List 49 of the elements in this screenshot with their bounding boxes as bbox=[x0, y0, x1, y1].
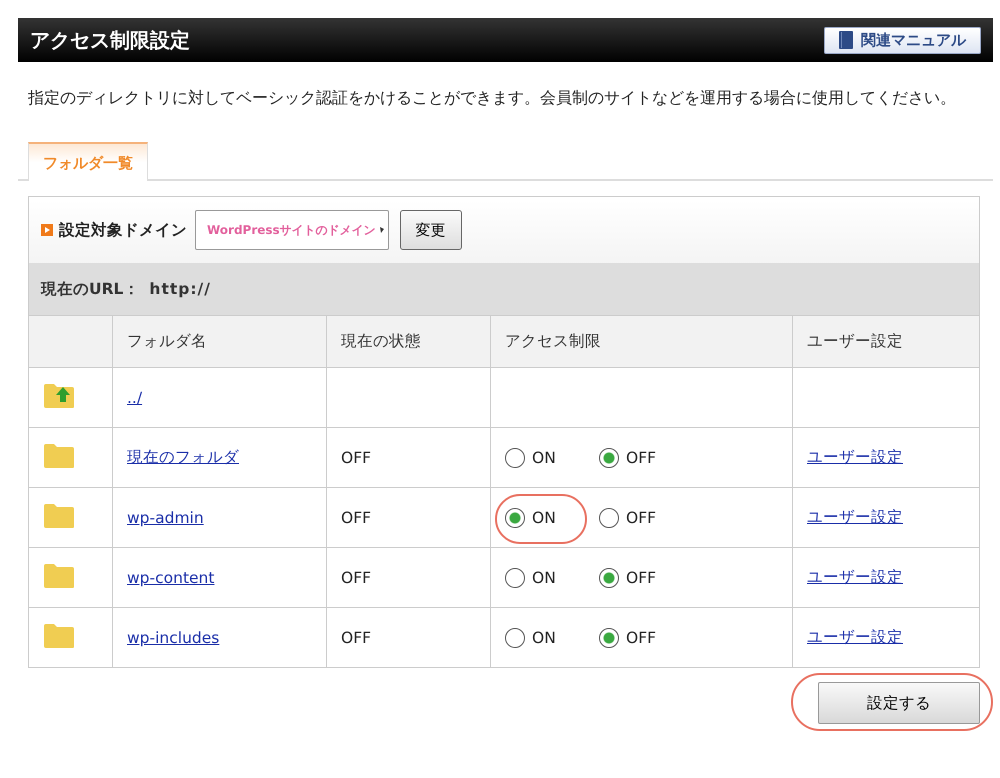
column-header: フォルダ名 bbox=[112, 316, 326, 368]
url-label: 現在のURL： bbox=[41, 278, 140, 300]
folder-link[interactable]: wp-content bbox=[127, 568, 214, 586]
radio-option[interactable]: OFF bbox=[599, 628, 671, 648]
radio-button[interactable] bbox=[505, 448, 525, 468]
status-text: OFF bbox=[341, 628, 372, 646]
description-text: 指定のディレクトリに対してベーシック認証をかけることができます。会員制のサイトなどを運用する場合に使用してください。 bbox=[28, 87, 957, 109]
folder-icon bbox=[43, 502, 75, 528]
user-settings-link[interactable]: ユーザー設定 bbox=[807, 628, 903, 646]
folder-icon bbox=[43, 442, 75, 468]
url-value: http:// bbox=[149, 280, 211, 298]
submit-button[interactable]: 設定する bbox=[818, 682, 980, 724]
domain-label: 設定対象ドメイン bbox=[59, 220, 187, 240]
radio-option[interactable]: ON bbox=[505, 448, 577, 468]
column-header: アクセス制限 bbox=[490, 316, 792, 368]
page-title: アクセス制限設定 bbox=[30, 26, 190, 54]
status-text: OFF bbox=[341, 508, 372, 526]
radio-option[interactable]: ON bbox=[505, 628, 577, 648]
folder-up-icon bbox=[43, 382, 75, 408]
change-button[interactable]: 変更 bbox=[400, 210, 462, 250]
radio-button[interactable] bbox=[599, 628, 619, 648]
radio-option[interactable]: OFF bbox=[599, 508, 671, 528]
column-header: 現在の状態 bbox=[326, 316, 490, 368]
column-header: ユーザー設定 bbox=[792, 316, 979, 368]
status-text: OFF bbox=[341, 448, 372, 466]
folder-link[interactable]: wp-includes bbox=[127, 628, 220, 646]
radio-button[interactable] bbox=[599, 508, 619, 528]
radio-option[interactable]: ON bbox=[505, 568, 577, 588]
caret-icon bbox=[380, 227, 384, 233]
radio-button[interactable] bbox=[599, 568, 619, 588]
radio-button[interactable] bbox=[505, 628, 525, 648]
radio-button[interactable] bbox=[505, 508, 525, 528]
radio-button[interactable] bbox=[599, 448, 619, 468]
user-settings-link[interactable]: ユーザー設定 bbox=[807, 448, 903, 466]
folder-icon bbox=[43, 562, 75, 588]
bullet-icon bbox=[41, 224, 53, 236]
manual-button[interactable]: 関連マニュアル bbox=[824, 26, 981, 54]
user-settings-link[interactable]: ユーザー設定 bbox=[807, 568, 903, 586]
radio-option[interactable]: OFF bbox=[599, 448, 671, 468]
radio-option[interactable]: ON bbox=[505, 508, 577, 528]
folder-link[interactable]: 現在のフォルダ bbox=[127, 448, 239, 466]
folder-link[interactable]: wp-admin bbox=[127, 508, 204, 526]
radio-option[interactable]: OFF bbox=[599, 568, 671, 588]
folder-icon bbox=[43, 622, 75, 648]
status-text: OFF bbox=[341, 568, 372, 586]
book-icon bbox=[839, 31, 853, 49]
folder-link[interactable]: ../ bbox=[127, 388, 142, 406]
user-settings-link[interactable]: ユーザー設定 bbox=[807, 508, 903, 526]
radio-button[interactable] bbox=[505, 568, 525, 588]
